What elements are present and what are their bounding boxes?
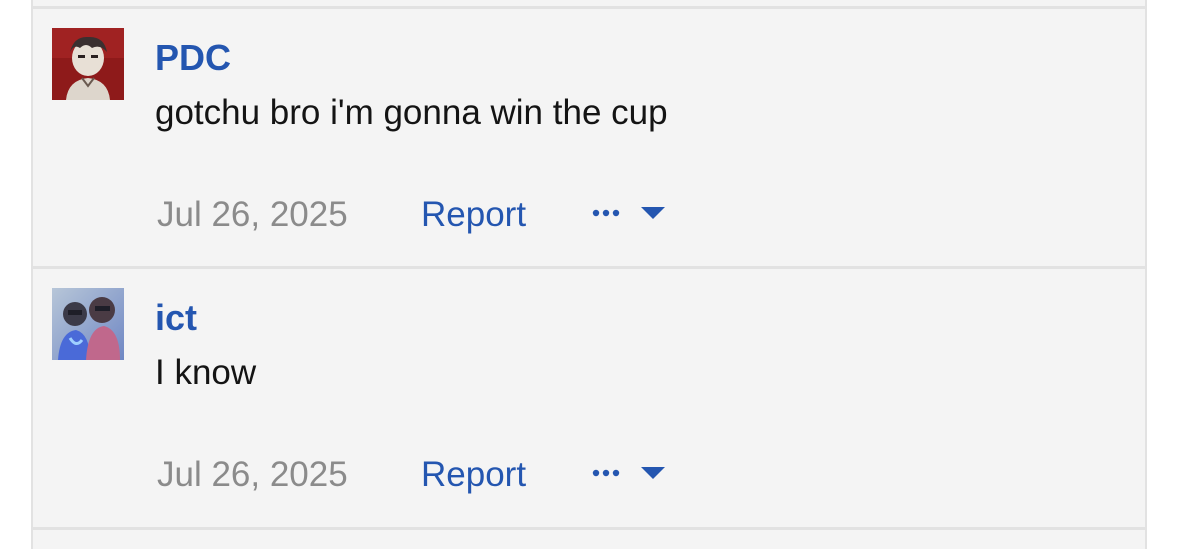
caret-down-icon (641, 467, 665, 479)
username-link[interactable]: PDC (155, 38, 231, 78)
report-link[interactable]: Report (421, 195, 526, 235)
more-options-menu[interactable] (589, 461, 669, 489)
ellipsis-icon (592, 469, 620, 477)
post-date[interactable]: Jul 26, 2025 (157, 195, 348, 235)
comment-thread: PDC gotchu bro i'm gonna win the cup Jul… (31, 0, 1147, 549)
avatar[interactable] (52, 288, 124, 360)
comment-post: PDC gotchu bro i'm gonna win the cup Jul… (33, 9, 1145, 267)
ellipsis-icon (592, 209, 620, 217)
post-date[interactable]: Jul 26, 2025 (157, 455, 348, 495)
caret-down-icon (641, 207, 665, 219)
more-options-menu[interactable] (589, 201, 669, 229)
avatar-image (52, 28, 124, 100)
avatar[interactable] (52, 28, 124, 100)
username-link[interactable]: ict (155, 298, 197, 338)
divider (33, 527, 1145, 530)
comment-text: gotchu bro i'm gonna win the cup (155, 93, 668, 132)
avatar-image (52, 288, 124, 360)
comment-post: ict I know Jul 26, 2025 Report (33, 269, 1145, 527)
report-link[interactable]: Report (421, 455, 526, 495)
comment-text: I know (155, 353, 257, 392)
